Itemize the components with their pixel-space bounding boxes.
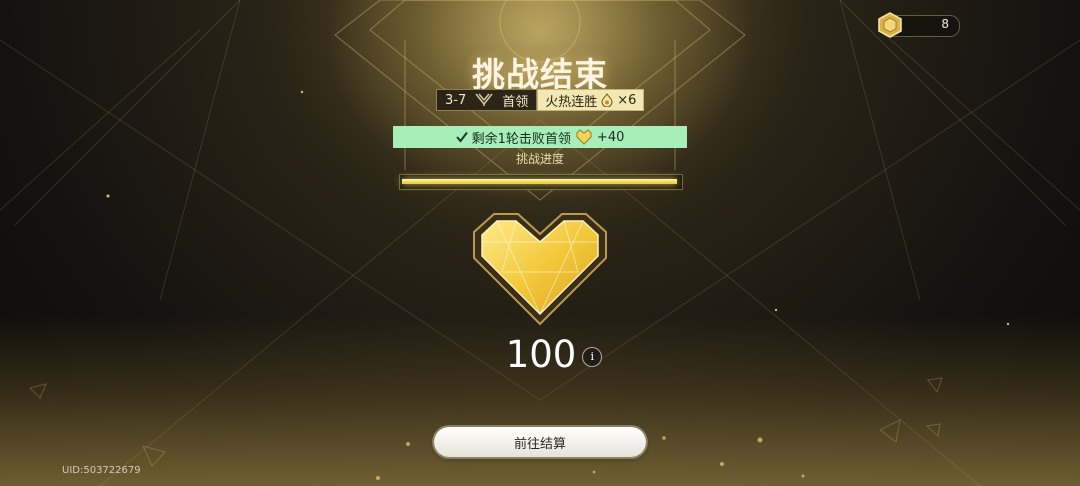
challenge-progress-bar [399, 174, 683, 190]
score-value: 100 [505, 333, 577, 376]
streak-count: ×6 [617, 92, 637, 108]
user-id-label: UID:503722679 [62, 465, 141, 476]
reward-text: 剩余1轮击败首领 [471, 131, 571, 147]
go-to-settlement-button[interactable]: 前往结算 [434, 427, 646, 457]
streak-label: 火热连胜 [545, 94, 598, 110]
stage-number: 3-7 [445, 92, 467, 108]
reward-bonus: +40 [596, 129, 625, 145]
currency-counter[interactable]: 8 [878, 12, 960, 38]
score-row: 100 i [0, 333, 1080, 376]
progress-fill [402, 179, 677, 184]
stage-box: 3-7 首领 [436, 89, 538, 111]
gold-heart-gem-icon [473, 213, 607, 326]
check-icon [455, 131, 468, 143]
stage-type: 首领 [502, 94, 529, 110]
gold-hexagon-coin-icon [878, 12, 902, 38]
reward-banner: 剩余1轮击败首领 +40 [393, 126, 687, 148]
stage-info-row: 3-7 首领 火热连胜 ×6 [436, 89, 645, 111]
win-streak-badge: 火热连胜 ×6 [537, 89, 645, 111]
gold-heart-icon [576, 129, 592, 145]
boss-emblem-icon [475, 93, 493, 106]
info-icon[interactable]: i [582, 346, 603, 367]
progress-label: 挑战进度 [515, 152, 564, 166]
flame-drop-icon [601, 93, 613, 107]
currency-amount: 8 [941, 17, 949, 31]
